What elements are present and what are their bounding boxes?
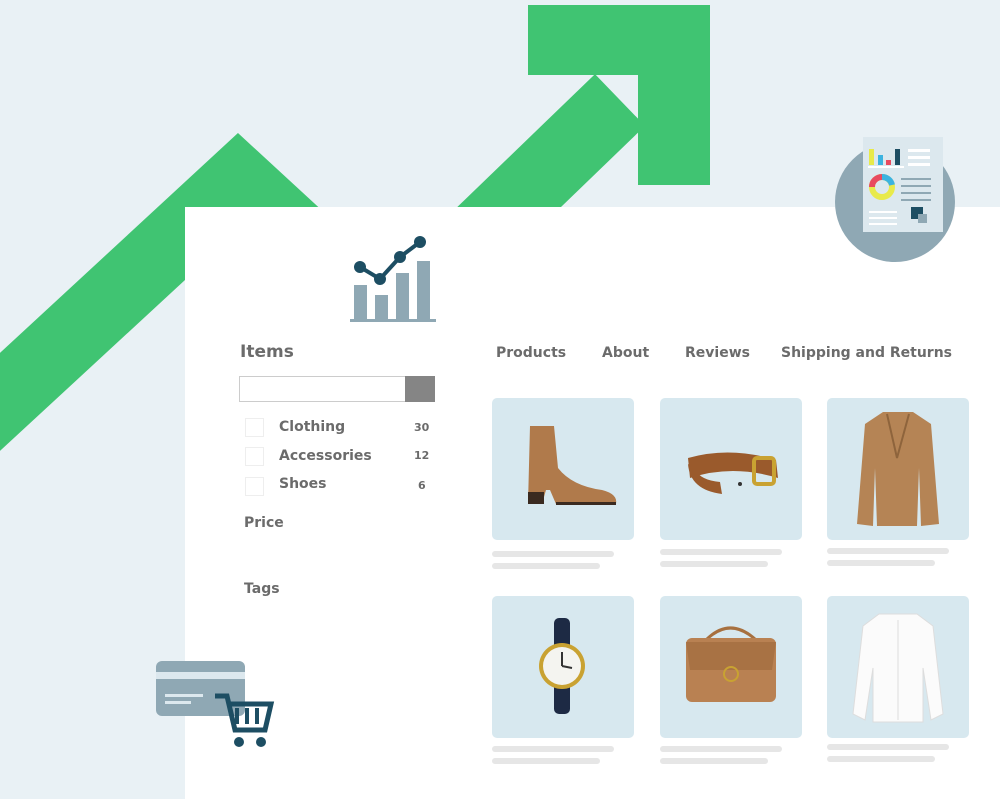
product-card[interactable] — [827, 398, 969, 540]
product-title-placeholder — [827, 548, 949, 554]
wristwatch-icon — [539, 618, 585, 714]
credit-card-cart-icon — [156, 661, 275, 747]
handbag-icon — [686, 626, 776, 702]
tags-filter-heading[interactable]: Tags — [244, 581, 280, 597]
price-filter-heading[interactable]: Price — [244, 515, 284, 531]
product-price-placeholder — [492, 758, 600, 764]
nav-reviews[interactable]: Reviews — [685, 345, 750, 361]
product-price-placeholder — [827, 560, 935, 566]
nav-products[interactable]: Products — [496, 345, 566, 361]
product-price-placeholder — [827, 756, 935, 762]
product-title-placeholder — [660, 746, 782, 752]
analytics-chart-icon — [350, 236, 436, 322]
category-label: Clothing — [279, 419, 346, 435]
product-card[interactable] — [827, 596, 969, 738]
product-title-placeholder — [492, 746, 614, 752]
product-price-placeholder — [660, 758, 768, 764]
product-card[interactable] — [492, 596, 634, 738]
blouse-icon — [852, 613, 944, 723]
product-price-placeholder — [660, 561, 768, 567]
category-count: 12 — [414, 449, 430, 462]
checkbox-accessories[interactable] — [245, 447, 264, 466]
category-count: 30 — [414, 421, 430, 434]
items-heading: Items — [240, 342, 294, 362]
product-card[interactable] — [660, 398, 802, 540]
nav-about[interactable]: About — [602, 345, 649, 361]
category-label: Accessories — [279, 448, 372, 464]
search-input[interactable] — [239, 376, 406, 402]
checkbox-shoes[interactable] — [245, 477, 264, 496]
product-title-placeholder — [827, 744, 949, 750]
report-document-icon — [835, 137, 955, 262]
product-card[interactable] — [492, 398, 634, 540]
product-card[interactable] — [660, 596, 802, 738]
belt-icon — [688, 452, 778, 494]
nav-shipping-and-returns[interactable]: Shipping and Returns — [781, 345, 952, 361]
search-button[interactable] — [405, 376, 435, 402]
coat-icon — [857, 412, 939, 526]
category-label: Shoes — [279, 476, 327, 492]
product-title-placeholder — [492, 551, 614, 557]
category-count: 6 — [418, 479, 426, 492]
product-price-placeholder — [492, 563, 600, 569]
checkbox-clothing[interactable] — [245, 418, 264, 437]
product-title-placeholder — [660, 549, 782, 555]
ankle-boot-icon — [528, 426, 617, 505]
